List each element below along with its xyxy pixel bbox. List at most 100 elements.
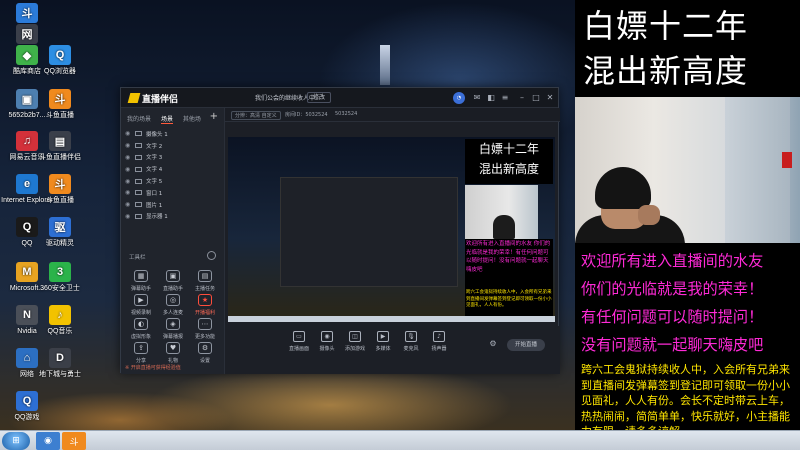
tool-button[interactable]: ▤ 主播任务 xyxy=(189,270,221,292)
desktop-app-icon: D xyxy=(49,348,71,368)
welcome-line: 你们的光临就是我的荣幸！ xyxy=(581,280,764,298)
tool-icon: ⚙ xyxy=(198,342,212,354)
desktop-icon-label: QQ浏览器 xyxy=(44,68,76,75)
desktop-icon[interactable]: 3 360安全卫士 xyxy=(34,262,86,293)
start-button[interactable]: ⊞ xyxy=(2,432,30,450)
desktop-icon-label: QQ游戏 xyxy=(14,414,40,421)
tool-button[interactable]: ★ 开播福利 xyxy=(189,294,221,316)
tool-button[interactable]: ◈ 弹幕播报 xyxy=(157,318,189,340)
visibility-eye-icon[interactable]: ◉ xyxy=(125,130,133,137)
webcam-person-hair xyxy=(595,167,651,209)
user-avatar[interactable]: ◔ xyxy=(453,92,465,104)
source-item[interactable]: ◉ 显示器 1 xyxy=(125,211,221,223)
bottom-tool-label: 扬声器 xyxy=(431,346,447,352)
webcam-door xyxy=(725,97,790,243)
desktop-icon[interactable]: Q QQ游戏 xyxy=(1,391,53,422)
source-item[interactable]: ◉ 文字 3 xyxy=(125,152,221,164)
tool-label: 弹幕助手 xyxy=(130,286,151,292)
add-scene-icon[interactable]: + xyxy=(210,111,218,122)
source-label: 文字 3 xyxy=(146,155,163,162)
source-item[interactable]: ◉ 文字 2 xyxy=(125,140,221,152)
close-icon[interactable]: ✕ xyxy=(544,92,556,104)
tab-scene[interactable]: 场景 xyxy=(160,116,173,124)
source-item[interactable]: ◉ 文字 5 xyxy=(125,175,221,187)
tool-button[interactable]: ▣ 直播助手 xyxy=(157,270,189,292)
visibility-eye-icon[interactable]: ◉ xyxy=(125,189,133,196)
preview-person xyxy=(493,215,515,239)
wallpaper-tower xyxy=(380,45,390,85)
desktop-icon-label: 斗鱼直播 xyxy=(46,112,74,119)
scene-tabs: 我的场景 场景 其他场 xyxy=(127,114,209,124)
tool-label: 弹幕播报 xyxy=(162,334,183,340)
tool-label: 虚拟形象 xyxy=(130,334,151,340)
tool-button[interactable]: ▶ 视频录制 xyxy=(125,294,157,316)
source-label: 文字 4 xyxy=(146,167,163,174)
tool-button[interactable]: ⇪ 分享 xyxy=(125,342,157,364)
tab-my-scenes[interactable]: 我的场景 xyxy=(127,116,151,123)
desktop-icon[interactable]: 驱驱动精灵 xyxy=(34,217,86,248)
source-item[interactable]: ◉ 摄像头 1 xyxy=(125,128,221,140)
skin-icon[interactable]: ◧ xyxy=(485,92,497,104)
desktop-app-icon: 斗 xyxy=(49,89,71,109)
desktop-icon-label: 地下城与勇士 xyxy=(39,371,81,378)
explorer-icon: ◉ xyxy=(44,436,52,446)
visibility-eye-icon[interactable]: ◉ xyxy=(125,142,133,149)
menu-icon[interactable]: ≡ xyxy=(499,92,511,104)
desktop-icon-label: 斗鱼直播伴侣 xyxy=(39,154,81,161)
tool-button[interactable]: ⋯ 更多功能 xyxy=(189,318,221,340)
tool-button[interactable]: ⚙ 设置 xyxy=(189,342,221,364)
bottom-tool-icon: ♪ xyxy=(433,331,445,342)
tools-heading: 工具栏 xyxy=(129,255,146,261)
settings-icon[interactable]: ⚙ xyxy=(487,338,499,350)
bottom-tool-icon: ▭ xyxy=(293,331,305,342)
minimize-icon[interactable]: – xyxy=(516,92,528,104)
tool-button[interactable]: ◐ 虚拟形象 xyxy=(125,318,157,340)
desktop-icon[interactable]: 斗斗鱼直播 xyxy=(34,174,86,205)
bottom-tool-button[interactable]: ♪ 扬声器 xyxy=(425,331,453,352)
tool-button[interactable]: ♥ 礼物 xyxy=(157,342,189,364)
tool-button[interactable]: ◎ 多人连麦 xyxy=(157,294,189,316)
bottom-tool-button[interactable]: ◫ 添加游戏 xyxy=(341,331,369,352)
source-item[interactable]: ◉ 文字 4 xyxy=(125,163,221,175)
webcam-feed xyxy=(575,97,800,243)
visibility-eye-icon[interactable]: ◉ xyxy=(125,154,133,161)
bottom-tool-button[interactable]: ▭ 直播画面 xyxy=(285,331,313,352)
bottom-tool-button[interactable]: 🎙 麦克风 xyxy=(397,331,425,352)
tools-toggle-icon[interactable] xyxy=(207,251,216,260)
tool-button[interactable]: ▦ 弹幕助手 xyxy=(125,270,157,292)
edit-title-button[interactable]: 修改 xyxy=(307,92,332,103)
desktop-icon[interactable]: Q QQ浏览器 xyxy=(34,45,86,76)
streaming-app-window: 直播伴侣 我们公会的继续收人中... 修改 ◔ ✉ ◧ ≡ – □ ✕ 分辨：高… xyxy=(120,87,560,374)
visibility-eye-icon[interactable]: ◉ xyxy=(125,213,133,220)
bottom-tool-label: 多媒体 xyxy=(375,346,391,352)
desktop-icon[interactable]: 斗斗鱼直播 xyxy=(34,89,86,120)
message-icon[interactable]: ✉ xyxy=(471,92,483,104)
visibility-eye-icon[interactable]: ◉ xyxy=(125,166,133,173)
visibility-eye-icon[interactable]: ◉ xyxy=(125,201,133,208)
source-label: 显示器 1 xyxy=(146,214,168,221)
taskbar-douyu[interactable]: 斗 xyxy=(62,432,86,450)
desktop-icon[interactable]: D 地下城与勇士 xyxy=(34,348,86,379)
desktop-icon[interactable]: ♪ QQ音乐 xyxy=(34,305,86,336)
preview-nested-window xyxy=(280,177,458,287)
source-label: 窗口 1 xyxy=(146,190,163,197)
tab-other[interactable]: 其他场 xyxy=(183,116,201,123)
source-item[interactable]: ◉ 窗口 1 xyxy=(125,187,221,199)
tool-label: 多人连麦 xyxy=(162,310,183,316)
desktop-icon[interactable]: ▤ 斗鱼直播伴侣 xyxy=(34,131,86,162)
tool-icon: ▶ xyxy=(134,294,148,306)
source-item[interactable]: ◉ 图片 1 xyxy=(125,199,221,211)
stream-preview[interactable]: 白嫖十二年 混出新高度 欢迎所有进入直播间的水友 你们的光临就是我的荣幸！有任何… xyxy=(228,137,555,322)
bottom-tool-button[interactable]: ◉ 摄像头 xyxy=(313,331,341,352)
visibility-eye-icon[interactable]: ◉ xyxy=(125,178,133,185)
resolution-chip[interactable]: 分辨：高清 自定义 xyxy=(231,111,281,120)
bottom-tool-button[interactable]: ▶ 多媒体 xyxy=(369,331,397,352)
stream-info-bar: 分辨：高清 自定义 房间ID：5032524 5032524 xyxy=(225,108,560,122)
app-logo: 直播伴侣 xyxy=(127,92,178,105)
maximize-icon[interactable]: □ xyxy=(530,92,542,104)
desktop-app-icon: 网 xyxy=(16,24,38,44)
start-live-button[interactable]: 开始直播 xyxy=(507,339,545,351)
tool-label: 更多功能 xyxy=(194,334,215,340)
taskbar-explorer[interactable]: ◉ xyxy=(36,432,60,450)
tool-icon: ◈ xyxy=(166,318,180,330)
